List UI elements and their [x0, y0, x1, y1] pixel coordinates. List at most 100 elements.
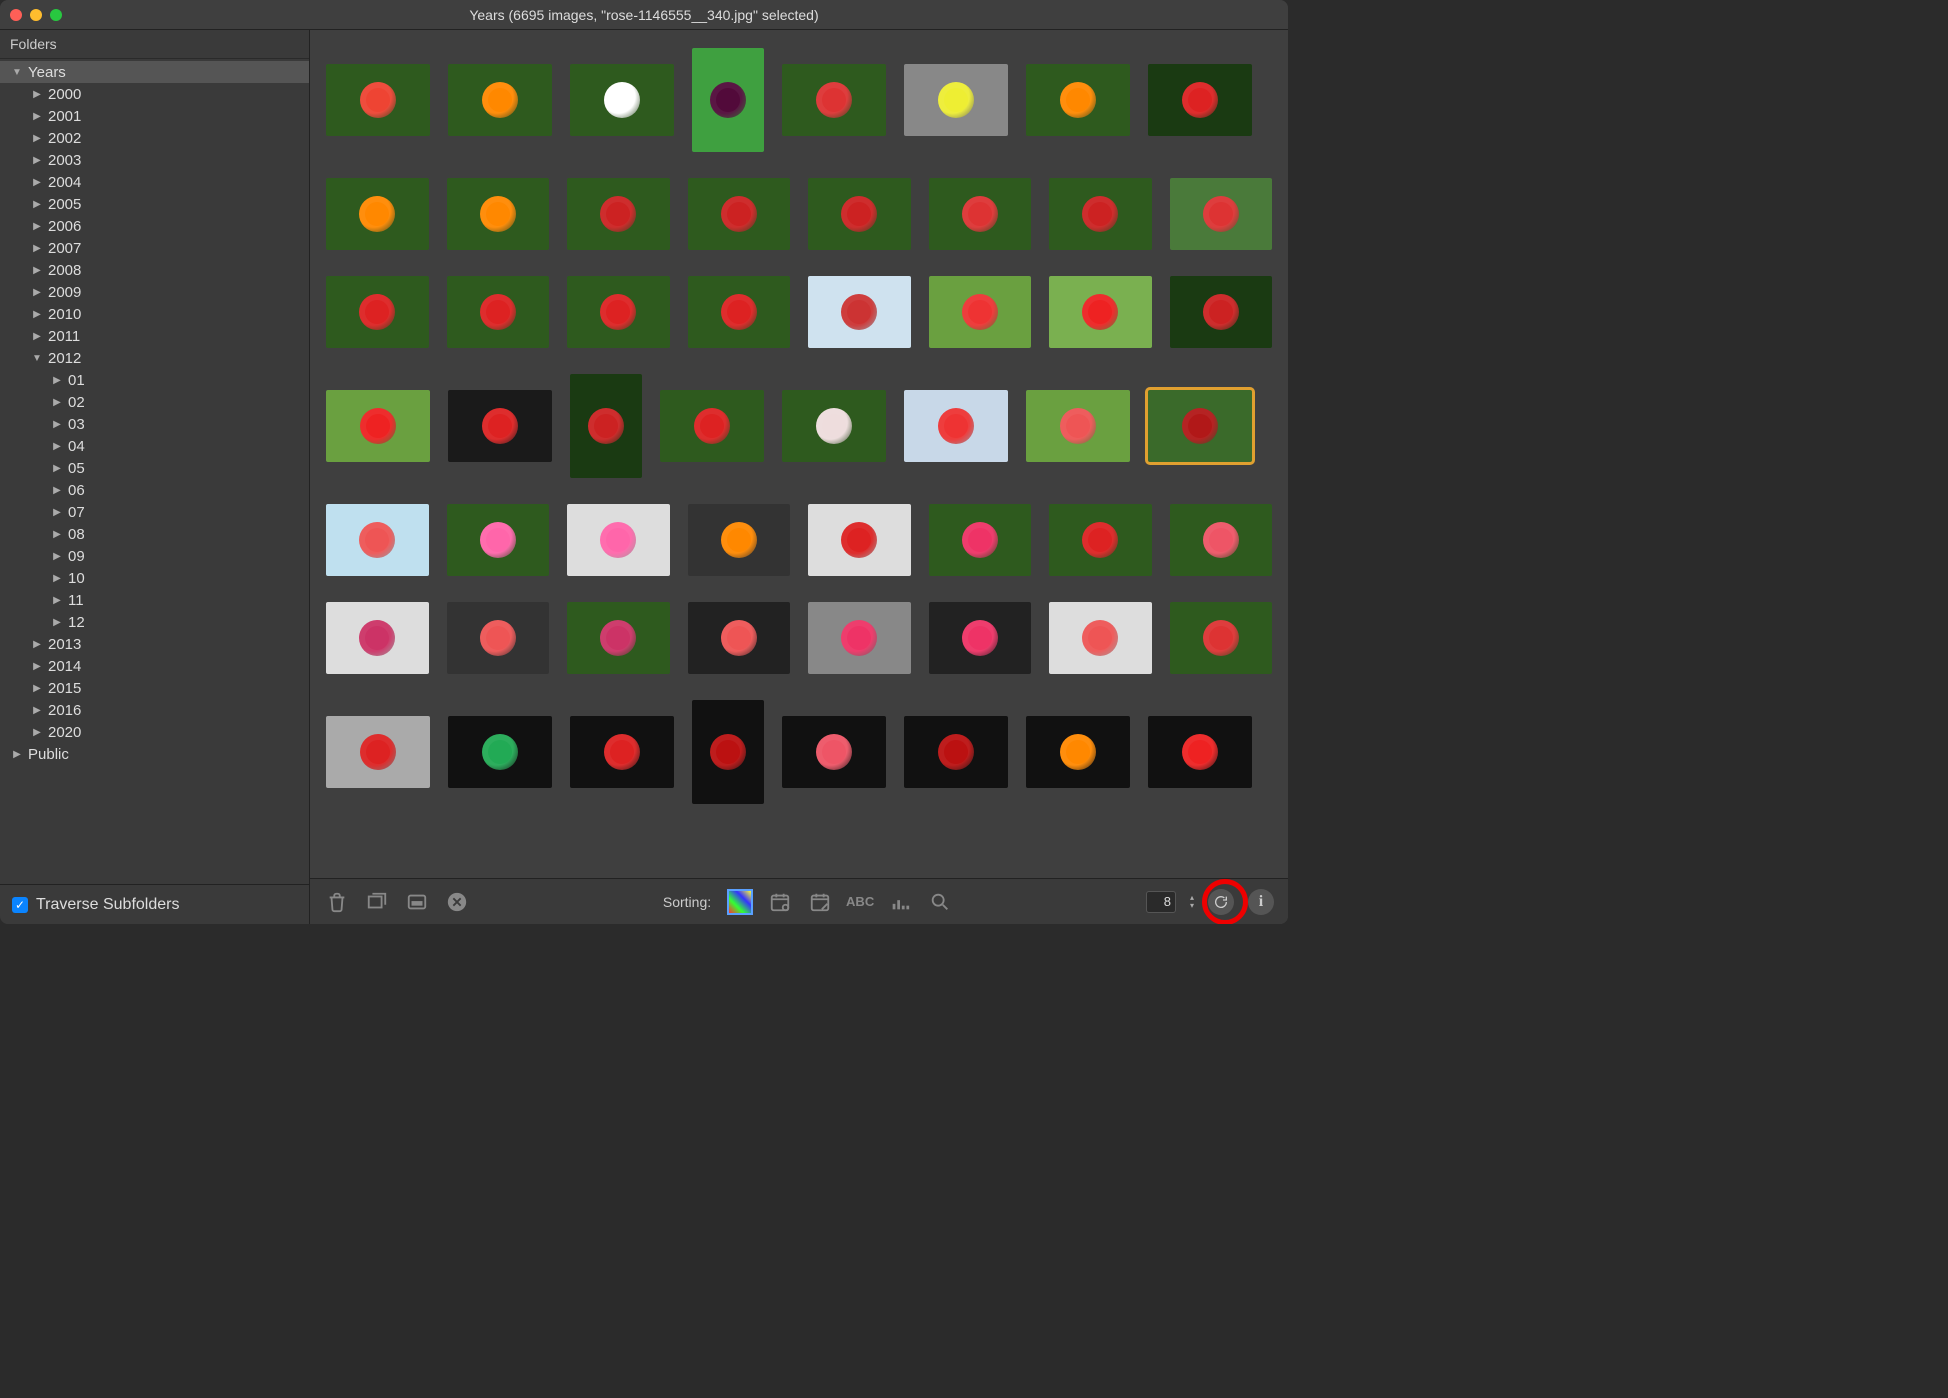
sort-by-name-icon[interactable]: ABC [847, 889, 873, 915]
chevron-right-icon[interactable]: ▶ [30, 265, 44, 276]
chevron-right-icon[interactable]: ▶ [30, 331, 44, 342]
chevron-right-icon[interactable]: ▶ [50, 595, 64, 606]
thumbnail[interactable] [567, 276, 670, 348]
thumbnail[interactable] [570, 374, 642, 478]
thumbnail[interactable] [1170, 504, 1273, 576]
folder-tree[interactable]: ▼Years▶2000▶2001▶2002▶2003▶2004▶2005▶200… [0, 59, 309, 884]
search-icon[interactable] [927, 889, 953, 915]
thumbnail[interactable] [448, 390, 552, 462]
chevron-right-icon[interactable]: ▶ [50, 573, 64, 584]
sort-by-size-icon[interactable] [887, 889, 913, 915]
folder-tree-item[interactable]: ▶2015 [0, 677, 309, 699]
thumbnail[interactable] [447, 276, 550, 348]
thumbnail[interactable] [688, 276, 791, 348]
thumbnail[interactable] [1026, 716, 1130, 788]
chevron-right-icon[interactable]: ▶ [30, 683, 44, 694]
thumbnail[interactable] [692, 48, 764, 152]
folder-tree-item[interactable]: ▶02 [0, 391, 309, 413]
columns-input[interactable] [1146, 891, 1176, 913]
thumbnail[interactable] [782, 390, 886, 462]
thumbnail[interactable] [929, 504, 1032, 576]
thumbnail[interactable] [447, 602, 550, 674]
thumbnail[interactable] [447, 504, 550, 576]
folder-tree-item[interactable]: ▶03 [0, 413, 309, 435]
thumbnail[interactable] [904, 390, 1008, 462]
folder-tree-item[interactable]: ▶12 [0, 611, 309, 633]
thumbnail[interactable] [1148, 64, 1252, 136]
thumbnail[interactable] [782, 64, 886, 136]
folder-tree-item[interactable]: ▶09 [0, 545, 309, 567]
thumbnail[interactable] [808, 602, 911, 674]
thumbnail[interactable] [1049, 504, 1152, 576]
thumbnail[interactable] [448, 64, 552, 136]
thumbnail[interactable] [1148, 390, 1252, 462]
chevron-right-icon[interactable]: ▶ [30, 287, 44, 298]
thumbnail[interactable] [326, 504, 429, 576]
chevron-down-icon[interactable]: ▼ [30, 353, 44, 364]
thumbnail[interactable] [782, 716, 886, 788]
thumbnail[interactable] [808, 178, 911, 250]
folder-tree-item[interactable]: ▶2000 [0, 83, 309, 105]
chevron-right-icon[interactable]: ▶ [50, 485, 64, 496]
folder-tree-item[interactable]: ▶04 [0, 435, 309, 457]
slideshow-icon[interactable] [404, 889, 430, 915]
thumbnail[interactable] [1170, 276, 1273, 348]
chevron-right-icon[interactable]: ▶ [30, 133, 44, 144]
thumbnail[interactable] [904, 716, 1008, 788]
folder-tree-item[interactable]: ▶Public [0, 743, 309, 765]
chevron-right-icon[interactable]: ▶ [30, 221, 44, 232]
folder-tree-item[interactable]: ▶2013 [0, 633, 309, 655]
chevron-right-icon[interactable]: ▶ [30, 155, 44, 166]
thumbnail[interactable] [326, 716, 430, 788]
thumbnail[interactable] [567, 178, 670, 250]
thumbnail[interactable] [1170, 602, 1273, 674]
folder-tree-item[interactable]: ▶2003 [0, 149, 309, 171]
thumbnail[interactable] [570, 716, 674, 788]
thumbnail-grid[interactable] [310, 30, 1288, 878]
folder-tree-item[interactable]: ▶08 [0, 523, 309, 545]
chevron-right-icon[interactable]: ▶ [30, 727, 44, 738]
thumbnail[interactable] [1170, 178, 1273, 250]
stack-icon[interactable] [364, 889, 390, 915]
zoom-window-button[interactable] [50, 9, 62, 21]
folder-tree-item[interactable]: ▶2008 [0, 259, 309, 281]
refresh-button[interactable] [1208, 889, 1234, 915]
folder-tree-item[interactable]: ▶01 [0, 369, 309, 391]
thumbnail[interactable] [692, 700, 764, 804]
chevron-right-icon[interactable]: ▶ [50, 397, 64, 408]
folder-tree-item[interactable]: ▶06 [0, 479, 309, 501]
folder-tree-item[interactable]: ▶2007 [0, 237, 309, 259]
folder-tree-item[interactable]: ▶07 [0, 501, 309, 523]
thumbnail[interactable] [1049, 276, 1152, 348]
folder-tree-item[interactable]: ▶2009 [0, 281, 309, 303]
chevron-right-icon[interactable]: ▶ [30, 661, 44, 672]
folder-tree-item[interactable]: ▶11 [0, 589, 309, 611]
clear-icon[interactable] [444, 889, 470, 915]
chevron-right-icon[interactable]: ▶ [50, 507, 64, 518]
info-button[interactable]: i [1248, 889, 1274, 915]
sort-by-modified-date-icon[interactable] [807, 889, 833, 915]
chevron-right-icon[interactable]: ▶ [30, 89, 44, 100]
thumbnail[interactable] [1148, 716, 1252, 788]
chevron-right-icon[interactable]: ▶ [50, 617, 64, 628]
folder-tree-item[interactable]: ▶2020 [0, 721, 309, 743]
chevron-right-icon[interactable]: ▶ [30, 639, 44, 650]
chevron-right-icon[interactable]: ▶ [50, 419, 64, 430]
thumbnail[interactable] [1026, 390, 1130, 462]
thumbnail[interactable] [929, 178, 1032, 250]
thumbnail[interactable] [448, 716, 552, 788]
folder-tree-item[interactable]: ▶10 [0, 567, 309, 589]
thumbnail[interactable] [567, 602, 670, 674]
chevron-right-icon[interactable]: ▶ [30, 199, 44, 210]
thumbnail[interactable] [929, 602, 1032, 674]
thumbnail[interactable] [1049, 178, 1152, 250]
sort-by-color-button[interactable] [727, 889, 753, 915]
folder-tree-item[interactable]: ▶2011 [0, 325, 309, 347]
thumbnail[interactable] [567, 504, 670, 576]
folder-tree-item[interactable]: ▼Years [0, 61, 309, 83]
folder-tree-item[interactable]: ▶2014 [0, 655, 309, 677]
trash-icon[interactable] [324, 889, 350, 915]
chevron-right-icon[interactable]: ▶ [50, 463, 64, 474]
traverse-subfolders-checkbox[interactable]: ✓ [12, 897, 28, 913]
thumbnail[interactable] [326, 178, 429, 250]
